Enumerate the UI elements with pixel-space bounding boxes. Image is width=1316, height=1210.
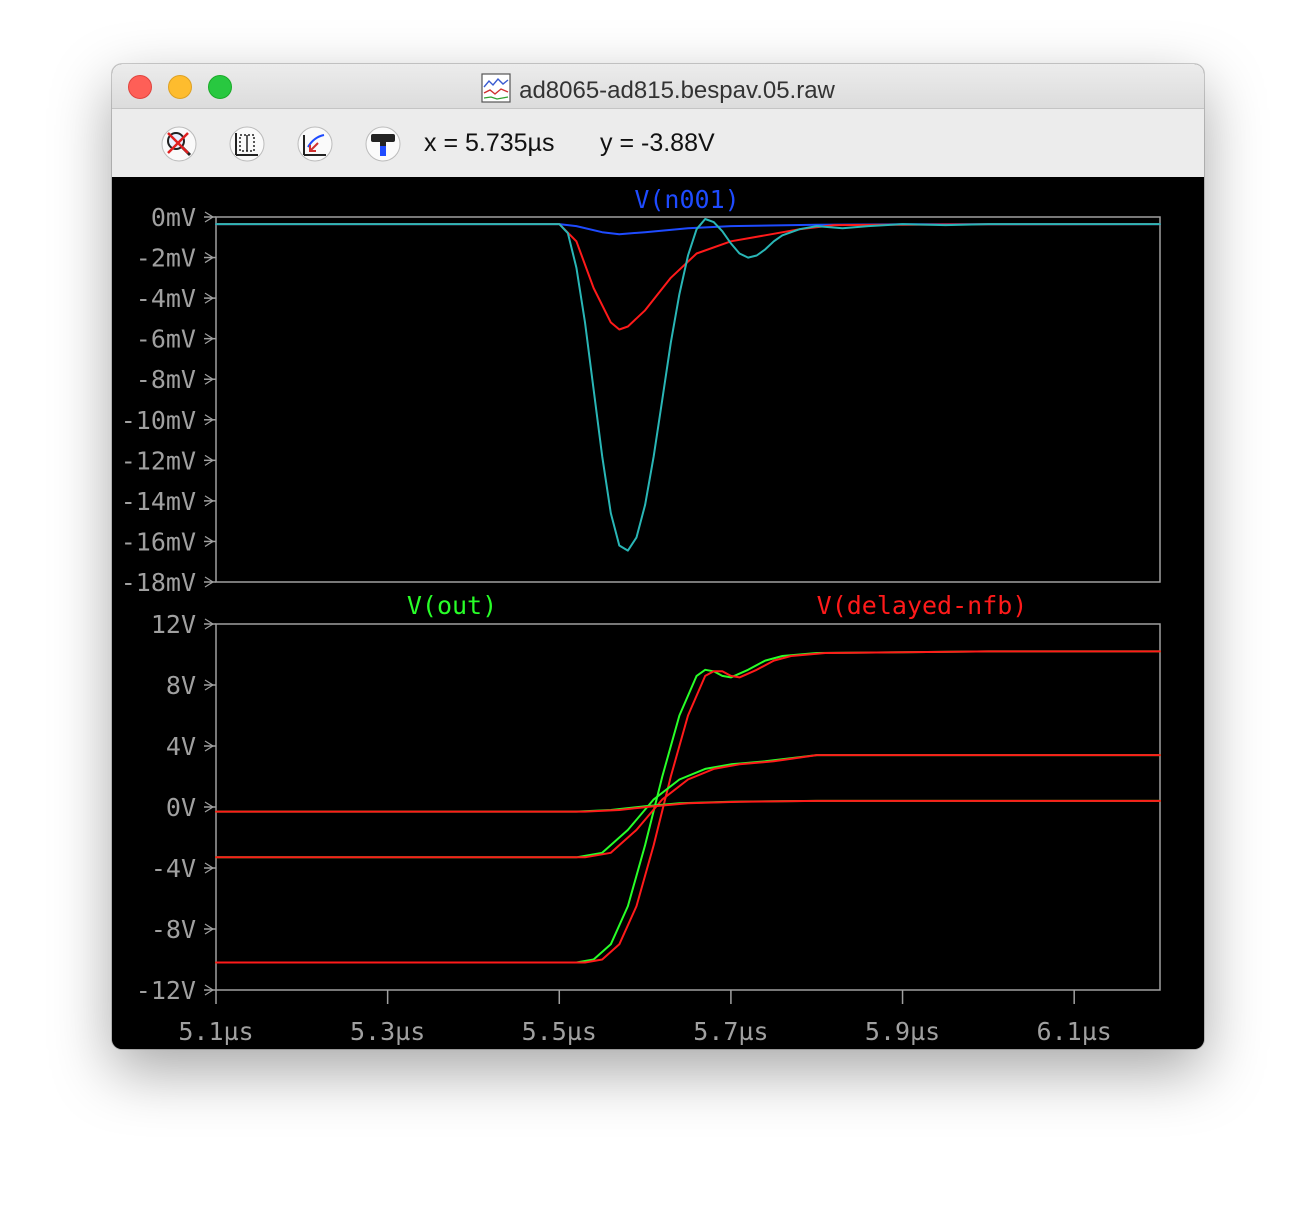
hammer-button[interactable]	[364, 125, 402, 163]
autorange-icon	[229, 126, 265, 162]
waveform-plots[interactable]: V(n001) 0mV -2mV -4mV -6mV -8mV -10mV -12mV -14…	[112, 177, 1204, 1049]
y-tick-label: -16mV	[121, 527, 196, 556]
y-tick-label: -6mV	[136, 325, 196, 354]
x-tick-label: 6.1µs	[1037, 1017, 1112, 1046]
y-tick-label: -4V	[151, 854, 196, 883]
y-tick-label: -2mV	[136, 244, 196, 273]
zoom-cancel-button[interactable]	[160, 125, 198, 163]
y-tick-label: -8V	[151, 915, 196, 944]
window-title-wrap: ad8065-ad815.bespav.05.raw	[112, 73, 1204, 110]
x-tick-label: 5.3µs	[350, 1017, 425, 1046]
y-tick-label: -4mV	[136, 284, 196, 313]
y-tick-label: -8mV	[136, 365, 196, 394]
cursor-y-readout: y = -3.88V	[600, 129, 715, 157]
y-tick-label: 8V	[166, 671, 196, 700]
waveform-file-icon	[481, 73, 511, 110]
zoom-back-button[interactable]	[296, 125, 334, 163]
x-tick-label: 5.1µs	[178, 1017, 253, 1046]
window-title: ad8065-ad815.bespav.05.raw	[519, 77, 835, 104]
hammer-icon	[365, 126, 401, 162]
legend-v-n001[interactable]: V(n001)	[634, 185, 739, 214]
x-tick-label: 5.7µs	[693, 1017, 768, 1046]
y-tick-label: 12V	[151, 610, 196, 639]
cursor-x-readout: x = 5.735µs	[424, 129, 555, 157]
y-tick-label: -18mV	[121, 568, 196, 597]
title-bar[interactable]: ad8065-ad815.bespav.05.raw	[112, 64, 1204, 109]
zoom-back-icon	[297, 126, 333, 162]
y-tick-label: -10mV	[121, 406, 196, 435]
x-tick-label: 5.5µs	[522, 1017, 597, 1046]
y-tick-label: -12V	[136, 976, 196, 1005]
toolbar: x = 5.735µs y = -3.88V	[112, 109, 1204, 178]
plot-window: ad8065-ad815.bespav.05.raw x = 5.735µs y…	[112, 64, 1204, 1049]
y-tick-label: -14mV	[121, 487, 196, 516]
legend-v-out[interactable]: V(out)	[407, 591, 497, 620]
y-tick-label: 4V	[166, 732, 196, 761]
y-tick-label: 0V	[166, 793, 196, 822]
zoom-cancel-icon	[161, 126, 197, 162]
y-tick-label: -12mV	[121, 446, 196, 475]
plot-background	[112, 177, 1204, 1049]
y-tick-label: 0mV	[151, 203, 196, 232]
x-tick-label: 5.9µs	[865, 1017, 940, 1046]
plot-area[interactable]: V(n001) 0mV -2mV -4mV -6mV -8mV -10mV -12mV -14…	[112, 177, 1204, 1049]
legend-v-delayed-nfb[interactable]: V(delayed-nfb)	[817, 591, 1028, 620]
autorange-button[interactable]	[228, 125, 266, 163]
